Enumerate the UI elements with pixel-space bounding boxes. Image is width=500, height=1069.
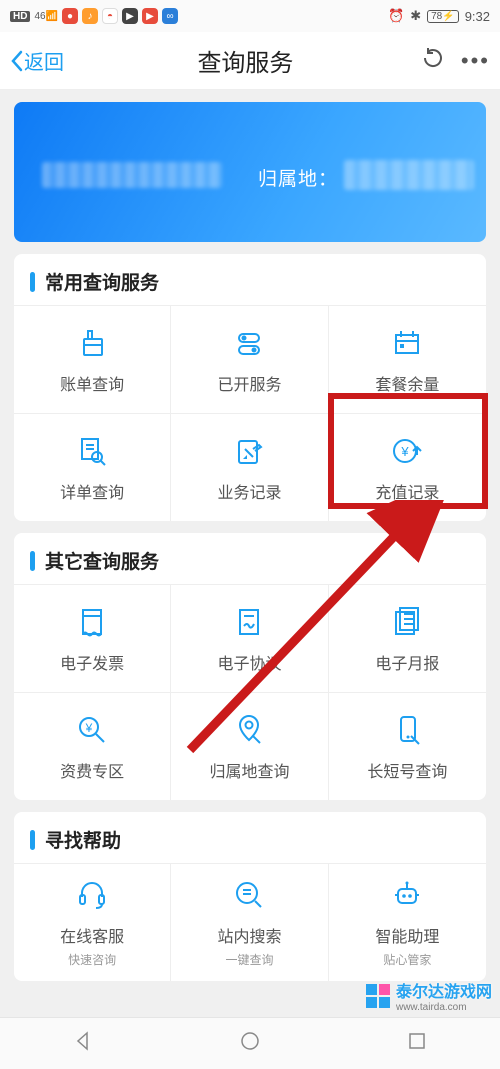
system-home-button[interactable]: [239, 1030, 261, 1057]
item-label: 套餐余量: [375, 371, 439, 395]
item-label: 在线客服: [60, 923, 124, 947]
item-label: 归属地查询: [209, 758, 289, 782]
app-dot-1: ●: [62, 8, 78, 24]
account-banner: 归属地：: [14, 102, 486, 242]
item-sub: 一键查询: [225, 951, 273, 968]
app-dot-4: ▶: [122, 8, 138, 24]
item-smart-assistant[interactable]: 智能助理 贴心管家: [329, 863, 486, 981]
section-header: 其它查询服务: [14, 533, 486, 584]
section-mark: [30, 272, 35, 292]
item-label: 电子协议: [217, 650, 281, 674]
agreement-icon: [231, 604, 267, 640]
calendar-icon: [389, 325, 425, 361]
item-label: 站内搜索: [217, 923, 281, 947]
refresh-button[interactable]: [421, 46, 445, 75]
section-title: 寻找帮助: [45, 826, 121, 853]
section-header: 常用查询服务: [14, 254, 486, 305]
item-business-record[interactable]: 业务记录: [171, 413, 328, 521]
battery-indicator: 78⚡: [427, 10, 459, 23]
item-label: 充值记录: [375, 479, 439, 503]
item-label: 长短号查询: [367, 758, 447, 782]
item-bill-query[interactable]: 账单查询: [14, 305, 171, 413]
nav-bar: 返回 查询服务 •••: [0, 32, 500, 90]
item-enabled-services[interactable]: 已开服务: [171, 305, 328, 413]
item-online-service[interactable]: 在线客服 快速咨询: [14, 863, 171, 981]
belong-label: 归属地：: [258, 164, 338, 191]
section-help: 寻找帮助 在线客服 快速咨询 站内搜索 一键查询 智能助理 贴心管家: [14, 812, 486, 981]
item-label: 资费专区: [60, 758, 124, 782]
app-dot-2: ♪: [82, 8, 98, 24]
item-belonging-query[interactable]: 归属地查询: [171, 692, 328, 800]
status-left: HD 46📶 ● ♪ ◓ ▶ ▶ ∞: [10, 8, 178, 24]
item-label: 已开服务: [217, 371, 281, 395]
app-dot-6: ∞: [162, 8, 178, 24]
belong-value-masked: [344, 160, 474, 190]
item-sub: 快速咨询: [68, 951, 116, 968]
clock: 9:32: [465, 9, 490, 24]
section-mark: [30, 551, 35, 571]
tariff-icon: ¥: [74, 712, 110, 748]
system-recent-button[interactable]: [406, 1030, 428, 1057]
item-label: 电子月报: [375, 650, 439, 674]
hd-badge: HD: [10, 11, 30, 22]
search-doc-icon: [231, 877, 267, 913]
app-dot-3: ◓: [102, 8, 118, 24]
item-site-search[interactable]: 站内搜索 一键查询: [171, 863, 328, 981]
system-back-button[interactable]: [72, 1030, 94, 1057]
item-short-number-query[interactable]: 长短号查询: [329, 692, 486, 800]
item-label: 智能助理: [375, 923, 439, 947]
app-dot-5: ▶: [142, 8, 158, 24]
item-e-agreement[interactable]: 电子协议: [171, 584, 328, 692]
watermark-brand: 泰尔达游戏网: [396, 978, 492, 1002]
watermark: 泰尔达游戏网 www.tairda.com: [364, 978, 492, 1013]
svg-text:¥: ¥: [401, 444, 410, 459]
item-e-monthly[interactable]: 电子月报: [329, 584, 486, 692]
monthly-icon: [389, 604, 425, 640]
refresh-icon: [421, 46, 445, 70]
section-title: 其它查询服务: [45, 547, 159, 574]
edit-doc-icon: [231, 433, 267, 469]
item-label: 详单查询: [60, 479, 124, 503]
recharge-icon: ¥: [389, 433, 425, 469]
detail-icon: [74, 433, 110, 469]
bill-icon: [74, 325, 110, 361]
back-label: 返回: [24, 46, 64, 75]
location-icon: [231, 712, 267, 748]
item-package-balance[interactable]: 套餐余量: [329, 305, 486, 413]
phone-number-masked: [42, 162, 222, 188]
item-label: 账单查询: [60, 371, 124, 395]
section-title: 常用查询服务: [45, 268, 159, 295]
status-bar: HD 46📶 ● ♪ ◓ ▶ ▶ ∞ ⏰ ✱ 78⚡ 9:32: [0, 0, 500, 32]
network-indicator: 46📶: [34, 11, 58, 22]
item-detailed-bill[interactable]: 详单查询: [14, 413, 171, 521]
item-tariff-zone[interactable]: ¥ 资费专区: [14, 692, 171, 800]
svg-text:¥: ¥: [85, 721, 93, 735]
toggle-icon: [231, 325, 267, 361]
section-mark: [30, 830, 35, 850]
status-right: ⏰ ✱ 78⚡ 9:32: [388, 8, 490, 24]
alarm-icon: ⏰: [388, 8, 404, 24]
phone-icon: [389, 712, 425, 748]
item-label: 电子发票: [60, 650, 124, 674]
watermark-logo-icon: [364, 982, 392, 1010]
watermark-url: www.tairda.com: [396, 1002, 492, 1013]
robot-icon: [389, 877, 425, 913]
item-recharge-record[interactable]: ¥ 充值记录: [329, 413, 486, 521]
section-other-query: 其它查询服务 电子发票 电子协议 电子月报 ¥ 资费专区 归属地查询 长短号查询: [14, 533, 486, 800]
bluetooth-icon: ✱: [410, 8, 421, 24]
item-label: 业务记录: [217, 479, 281, 503]
item-sub: 贴心管家: [383, 951, 431, 968]
system-nav-bar: [0, 1017, 500, 1069]
invoice-icon: [74, 604, 110, 640]
more-button[interactable]: •••: [461, 48, 490, 74]
item-e-invoice[interactable]: 电子发票: [14, 584, 171, 692]
section-common-query: 常用查询服务 账单查询 已开服务 套餐余量 详单查询 业务记录 ¥ 充值记录: [14, 254, 486, 521]
section-header: 寻找帮助: [14, 812, 486, 863]
chevron-left-icon: [10, 50, 24, 72]
page-title: 查询服务: [70, 43, 421, 78]
headset-icon: [74, 877, 110, 913]
